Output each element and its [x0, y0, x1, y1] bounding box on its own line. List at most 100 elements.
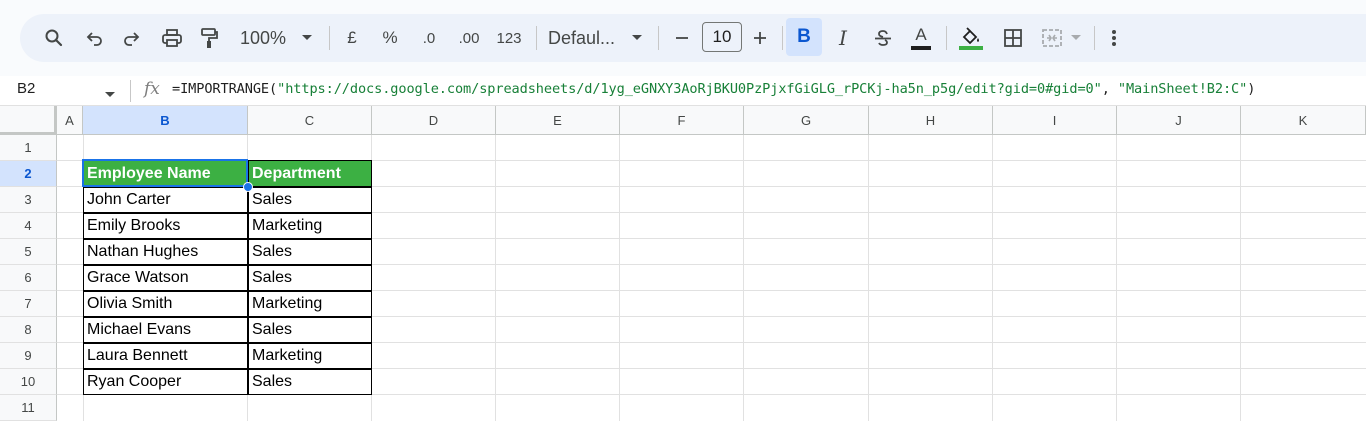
- table-cell-department[interactable]: Sales: [248, 265, 372, 291]
- more-options-icon[interactable]: [1102, 24, 1126, 52]
- table-row-divider: [83, 316, 372, 318]
- row-header-8[interactable]: 8: [0, 317, 57, 343]
- increase-decimal-button[interactable]: .00: [454, 24, 484, 52]
- row-header-2[interactable]: 2: [0, 161, 57, 187]
- borders-icon[interactable]: [998, 24, 1028, 52]
- gridline: [868, 135, 869, 421]
- column-header-d[interactable]: D: [372, 106, 496, 135]
- decrease-font-size-icon[interactable]: [670, 24, 694, 52]
- text-color-label: A: [915, 25, 927, 44]
- redo-icon[interactable]: [118, 24, 144, 52]
- row-header-3[interactable]: 3: [0, 187, 57, 213]
- table-cell-department[interactable]: Marketing: [248, 213, 372, 239]
- table-cell-name[interactable]: Nathan Hughes: [83, 239, 248, 265]
- fill-handle[interactable]: [243, 182, 253, 192]
- column-header-i[interactable]: I: [993, 106, 1117, 135]
- column-header-b[interactable]: B: [83, 106, 248, 135]
- strikethrough-icon[interactable]: [868, 24, 898, 52]
- select-all-corner[interactable]: [0, 106, 57, 135]
- text-color-button[interactable]: A: [906, 24, 936, 52]
- gridline: [619, 135, 620, 421]
- merge-dropdown-icon[interactable]: [1068, 24, 1084, 52]
- fx-icon: fx: [144, 79, 160, 99]
- table-cell-name[interactable]: Grace Watson: [83, 265, 248, 291]
- column-header-c[interactable]: C: [248, 106, 372, 135]
- italic-button[interactable]: I: [828, 24, 858, 52]
- sheet-grid[interactable]: A B C D E F G H I J K 1 2 3 4 5 6 7 8 9 …: [0, 106, 1366, 421]
- formula-prefix: =IMPORTRANGE(: [172, 81, 278, 97]
- column-header-f[interactable]: F: [620, 106, 744, 135]
- table-cell-department[interactable]: Marketing: [248, 343, 372, 369]
- formula-range: "MainSheet!B2:C": [1117, 81, 1248, 97]
- row-header-7[interactable]: 7: [0, 291, 57, 317]
- table-row-divider: [83, 342, 372, 344]
- row-header-9[interactable]: 9: [0, 343, 57, 369]
- table-row-divider: [83, 290, 372, 292]
- gridline: [1116, 135, 1117, 421]
- search-icon[interactable]: [40, 24, 68, 52]
- fill-color-icon[interactable]: [954, 24, 988, 52]
- gridline: [743, 135, 744, 421]
- row-header-11[interactable]: 11: [0, 395, 57, 421]
- formula-input[interactable]: =IMPORTRANGE("https://docs.google.com/sp…: [172, 81, 1255, 97]
- font-dropdown-icon[interactable]: [628, 24, 646, 52]
- divider: [1094, 26, 1095, 50]
- table-cell-name[interactable]: Ryan Cooper: [83, 369, 248, 395]
- name-box-dropdown-icon[interactable]: [104, 86, 116, 104]
- text-color-swatch: [911, 46, 931, 50]
- undo-icon[interactable]: [82, 24, 108, 52]
- formula-separator: ,: [1101, 81, 1118, 97]
- table-cell-name[interactable]: Laura Bennett: [83, 343, 248, 369]
- table-cell-name[interactable]: Emily Brooks: [83, 213, 248, 239]
- row-header-4[interactable]: 4: [0, 213, 57, 239]
- divider: [782, 26, 783, 50]
- divider: [946, 26, 947, 50]
- column-header-h[interactable]: H: [869, 106, 993, 135]
- decrease-decimal-label: .0: [422, 29, 436, 47]
- row-header-10[interactable]: 10: [0, 369, 57, 395]
- bold-button[interactable]: B: [786, 18, 822, 56]
- gridline: [1240, 135, 1241, 421]
- formula-suffix: ): [1247, 81, 1256, 97]
- number-format-button[interactable]: 123: [494, 24, 524, 52]
- column-header-k[interactable]: K: [1241, 106, 1366, 135]
- table-cell-department[interactable]: Sales: [248, 239, 372, 265]
- name-box[interactable]: B2: [17, 80, 35, 97]
- column-header-g[interactable]: G: [744, 106, 869, 135]
- gridline: [495, 135, 496, 421]
- font-size-input[interactable]: 10: [702, 22, 742, 52]
- row-header-6[interactable]: 6: [0, 265, 57, 291]
- column-header-e[interactable]: E: [496, 106, 620, 135]
- font-name: Defaul...: [548, 27, 616, 48]
- divider: [329, 26, 330, 50]
- zoom-select[interactable]: 100%: [236, 24, 290, 52]
- table-row-divider: [83, 264, 372, 266]
- table-cell-department[interactable]: Marketing: [248, 291, 372, 317]
- zoom-dropdown-icon[interactable]: [298, 24, 316, 52]
- increase-font-size-icon[interactable]: [748, 24, 772, 52]
- table-cell-name[interactable]: Olivia Smith: [83, 291, 248, 317]
- print-icon[interactable]: [158, 24, 186, 52]
- table-cell-name[interactable]: Michael Evans: [83, 317, 248, 343]
- table-column-divider: [247, 160, 249, 395]
- merge-cells-icon[interactable]: [1038, 24, 1066, 52]
- percent-format-button[interactable]: %: [378, 24, 402, 52]
- font-select[interactable]: Defaul...: [548, 24, 620, 52]
- column-header-j[interactable]: J: [1117, 106, 1241, 135]
- table-cell-department[interactable]: Sales: [248, 317, 372, 343]
- table-cell-department[interactable]: Sales: [248, 369, 372, 395]
- row-header-1[interactable]: 1: [0, 135, 57, 161]
- paint-format-icon[interactable]: [196, 24, 222, 52]
- table-cell-name[interactable]: John Carter: [83, 187, 248, 213]
- table-cell-department[interactable]: Sales: [248, 187, 372, 213]
- divider: [130, 80, 131, 102]
- table-row-divider: [83, 368, 372, 370]
- decrease-decimal-button[interactable]: .0: [414, 24, 444, 52]
- header-cell-employee-name[interactable]: Employee Name: [83, 160, 248, 187]
- table-row-divider: [83, 212, 372, 214]
- divider: [536, 26, 537, 50]
- row-header-5[interactable]: 5: [0, 239, 57, 265]
- currency-format-button[interactable]: £: [340, 24, 364, 52]
- column-header-a[interactable]: A: [57, 106, 83, 135]
- header-cell-department[interactable]: Department: [248, 160, 372, 187]
